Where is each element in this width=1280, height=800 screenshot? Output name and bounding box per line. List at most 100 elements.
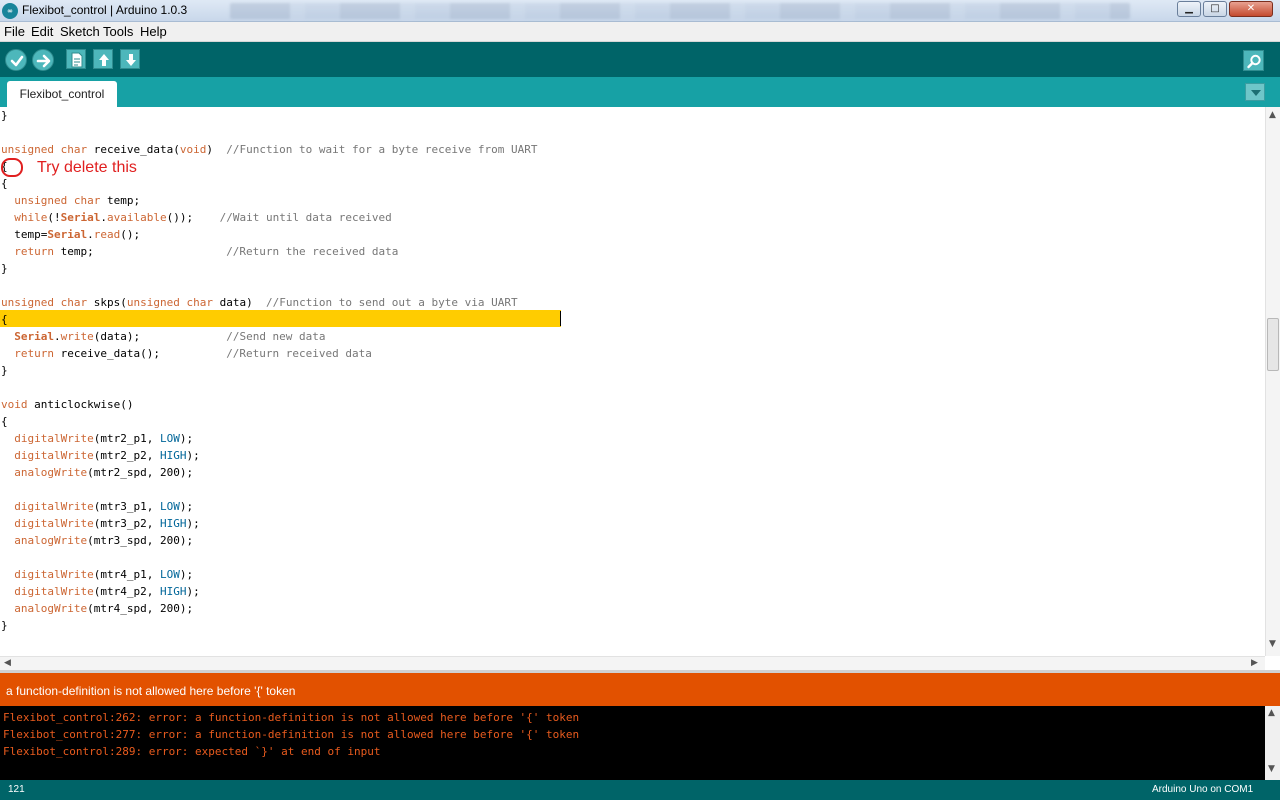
close-window-button[interactable]: ✕ [1229, 1, 1273, 17]
board-port-info: Arduino Uno on COM1 [1152, 784, 1254, 795]
code-token: LOW [159, 500, 180, 513]
serial-monitor-button[interactable] [1243, 50, 1264, 71]
code-line: unsigned char skps(unsigned char data) /… [1, 294, 518, 311]
current-line-highlight [0, 310, 561, 327]
code-line: digitalWrite(mtr4_p1, LOW); [1, 566, 193, 583]
scroll-up-arrow-icon[interactable]: ▲ [1268, 708, 1275, 718]
code-token: (mtr4_spd, 200); [87, 602, 194, 615]
code-token: skps( [87, 296, 127, 309]
code-line: temp=Serial.read(); [1, 226, 140, 243]
code-token: //Return received data [226, 347, 372, 360]
magnifier-icon [1247, 54, 1261, 69]
code-token: digitalWrite [14, 585, 94, 598]
code-token: return [14, 245, 54, 258]
code-token: analogWrite [14, 466, 88, 479]
code-token: void [1, 398, 28, 411]
code-token: receive_data(); [54, 347, 227, 360]
code-line: } [1, 107, 8, 124]
code-line: digitalWrite(mtr2_p1, LOW); [1, 430, 193, 447]
code-token: //Send new data [226, 330, 326, 343]
code-line: digitalWrite(mtr2_p2, HIGH); [1, 447, 199, 464]
code-line: while(!Serial.available()); //Wait until… [1, 209, 392, 226]
code-token: char [186, 296, 213, 309]
code-token: digitalWrite [14, 517, 94, 530]
code-token: temp; [100, 194, 141, 207]
arrow-right-icon [36, 54, 51, 68]
scroll-down-arrow-icon[interactable]: ▼ [1268, 764, 1275, 774]
new-file-icon [71, 52, 83, 68]
code-token: //Wait until data received [219, 211, 392, 224]
code-token: receive_data( [87, 143, 180, 156]
code-token: (mtr4_p2, [93, 585, 160, 598]
code-token: } [1, 364, 8, 377]
menu-edit[interactable]: Edit [31, 24, 53, 39]
code-line: analogWrite(mtr2_spd, 200); [1, 464, 193, 481]
console-scrollbar[interactable]: ▲ ▼ [1265, 706, 1280, 780]
code-token: (data); [93, 330, 227, 343]
scroll-right-arrow-icon[interactable]: ▶ [1251, 658, 1258, 668]
new-sketch-button[interactable] [66, 49, 86, 69]
menu-help[interactable]: Help [140, 24, 167, 39]
code-token: temp; [54, 245, 227, 258]
minimize-button[interactable]: ▁ [1177, 1, 1201, 17]
code-token: ); [179, 500, 194, 513]
code-token: } [1, 109, 8, 122]
code-line: analogWrite(mtr4_spd, 200); [1, 600, 193, 617]
maximize-button[interactable]: □ [1203, 1, 1227, 17]
code-token: HIGH [159, 585, 187, 598]
code-token: read [93, 228, 121, 241]
code-token: (mtr2_p1, [93, 432, 160, 445]
menu-sketch[interactable]: Sketch [60, 24, 100, 39]
scroll-left-arrow-icon[interactable]: ◀ [4, 658, 11, 668]
save-sketch-button[interactable] [120, 49, 140, 69]
code-editor[interactable]: } unsigned char receive_data(void) //Func… [0, 107, 1280, 656]
code-token: (); [120, 228, 141, 241]
editor-horizontal-scrollbar[interactable]: ◀ ▶ [0, 656, 1265, 670]
code-line: { [1, 175, 8, 192]
menu-tools[interactable]: Tools [103, 24, 133, 39]
console-output[interactable]: Flexibot_control:262: error: a function-… [0, 706, 1280, 780]
code-token: data) [212, 296, 266, 309]
editor-vertical-scrollbar[interactable]: ▲ ▼ [1265, 107, 1280, 656]
code-token: . [100, 211, 107, 224]
code-line: return receive_data(); //Return received… [1, 345, 372, 362]
chevron-down-icon [1251, 90, 1261, 96]
code-token: char [73, 194, 101, 207]
annotation-circle [1, 158, 23, 177]
error-status-bar: a function-definition is not allowed her… [0, 673, 1280, 706]
error-status-message: a function-definition is not allowed her… [6, 684, 296, 698]
upload-button[interactable] [32, 49, 54, 71]
code-token: return [14, 347, 54, 360]
verify-button[interactable] [5, 49, 27, 71]
code-token: HIGH [159, 517, 187, 530]
code-token: { [1, 313, 8, 326]
open-sketch-button[interactable] [93, 49, 113, 69]
annotation-text: Try delete this [37, 159, 137, 176]
code-token: Serial [60, 211, 101, 224]
code-token: (! [47, 211, 61, 224]
bottom-status-bar: 121 Arduino Uno on COM1 [0, 780, 1280, 800]
scroll-down-arrow-icon[interactable]: ▼ [1269, 639, 1276, 649]
scroll-up-arrow-icon[interactable]: ▲ [1269, 110, 1276, 120]
code-token: //Function to send out a byte via UART [265, 296, 518, 309]
code-line: analogWrite(mtr3_spd, 200); [1, 532, 193, 549]
menu-bar: File Edit Sketch Tools Help [0, 22, 1280, 42]
code-line: digitalWrite(mtr3_p2, HIGH); [1, 515, 199, 532]
tab-flexibot-control[interactable]: Flexibot_control [7, 81, 117, 107]
code-token: while [14, 211, 48, 224]
tab-menu-button[interactable] [1245, 83, 1265, 101]
code-token: . [87, 228, 94, 241]
vertical-scroll-thumb[interactable] [1267, 318, 1279, 371]
code-line: return temp; //Return the received data [1, 243, 398, 260]
code-token: (mtr4_p1, [93, 568, 160, 581]
arduino-logo-icon: ∞ [2, 3, 18, 19]
menu-file[interactable]: File [4, 24, 25, 39]
window-title-bar: ∞ Flexibot_control | Arduino 1.0.3 ▁ □ ✕ [0, 0, 1280, 22]
